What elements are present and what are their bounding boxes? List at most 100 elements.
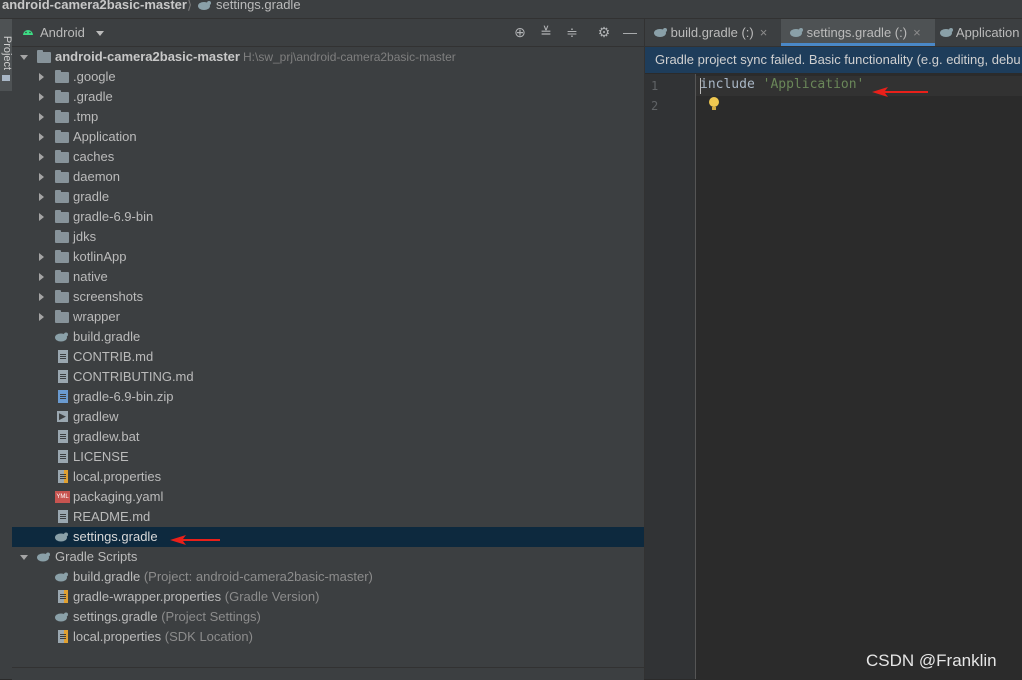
tab-label: settings.gradle (:) [806, 25, 908, 40]
tree-folder[interactable]: gradle-6.9-bin [12, 207, 644, 227]
expand-all-icon[interactable]: ≚ [538, 24, 554, 40]
breadcrumb-separator: ⟩ [187, 0, 193, 12]
chevron-down-icon[interactable] [20, 555, 28, 560]
locate-icon[interactable]: ⊕ [512, 24, 528, 40]
tree-file[interactable]: YML packaging.yaml [12, 487, 644, 507]
tree-file[interactable]: local.properties (SDK Location) [12, 627, 644, 647]
tree-folder[interactable]: gradle [12, 187, 644, 207]
collapse-all-icon[interactable]: ≑ [564, 24, 580, 40]
tree-folder[interactable]: wrapper [12, 307, 644, 327]
build-variants-strip [12, 667, 644, 680]
file-label: build.gradle [73, 569, 141, 584]
tree-folder[interactable]: jdks [12, 227, 644, 247]
tree-file[interactable]: CONTRIB.md [12, 347, 644, 367]
folder-label: jdks [73, 229, 97, 244]
code-string: 'Application' [762, 77, 865, 92]
breadcrumb-project[interactable]: android-camera2basic-master [2, 0, 187, 12]
script-icon: ▶ [57, 411, 68, 422]
chevron-right-icon[interactable] [39, 193, 44, 201]
annotation-arrow-icon [170, 535, 220, 545]
gradle-icon [55, 612, 68, 622]
tab-build-gradle[interactable]: build.gradle (:) × [645, 19, 787, 46]
lightbulb-icon[interactable] [709, 97, 719, 110]
tree-file[interactable]: gradle-wrapper.properties (Gradle Versio… [12, 587, 644, 607]
tree-file[interactable]: local.properties [12, 467, 644, 487]
yaml-icon: YML [55, 491, 70, 503]
gradle-icon [940, 28, 953, 37]
tree-file[interactable]: LICENSE [12, 447, 644, 467]
module-folder-icon [37, 50, 51, 63]
code-editor[interactable]: include 'Application' [696, 74, 1022, 679]
tab-application[interactable]: Application [937, 19, 1022, 46]
tree-root[interactable]: android-camera2basic-master H:\sw_prj\an… [12, 47, 644, 67]
close-icon[interactable]: × [760, 25, 768, 40]
file-label: README.md [73, 509, 151, 524]
folder-label: gradle-6.9-bin [73, 209, 154, 224]
folder-icon [55, 90, 69, 103]
gradle-icon [55, 572, 68, 582]
tab-label: build.gradle (:) [670, 25, 754, 40]
chevron-right-icon[interactable] [39, 153, 44, 161]
file-label: CONTRIBUTING.md [73, 369, 194, 384]
file-label: build.gradle [73, 329, 141, 344]
tab-settings-gradle[interactable]: settings.gradle (:) × [781, 19, 935, 46]
chevron-right-icon[interactable] [39, 113, 44, 121]
tree-folder[interactable]: native [12, 267, 644, 287]
tree-file[interactable]: CONTRIBUTING.md [12, 367, 644, 387]
tree-folder[interactable]: Application [12, 127, 644, 147]
gear-icon[interactable]: ⚙ [596, 24, 612, 40]
tree-file[interactable]: README.md [12, 507, 644, 527]
chevron-right-icon[interactable] [39, 313, 44, 321]
chevron-right-icon[interactable] [39, 133, 44, 141]
folder-label: caches [73, 149, 115, 164]
folder-label: .google [73, 69, 116, 84]
annotation-arrow-icon [872, 87, 928, 97]
tree-file[interactable]: ▶ gradlew [12, 407, 644, 427]
folder-icon [55, 270, 69, 283]
chevron-right-icon[interactable] [39, 253, 44, 261]
tree-folder[interactable]: .google [12, 67, 644, 87]
tree-gradle-scripts[interactable]: Gradle Scripts [12, 547, 644, 567]
tree-folder[interactable]: screenshots [12, 287, 644, 307]
tree-folder[interactable]: .gradle [12, 87, 644, 107]
code-line-1: include 'Application' [700, 77, 864, 92]
chevron-right-icon[interactable] [39, 73, 44, 81]
chevron-down-icon[interactable] [20, 55, 28, 60]
tree-file[interactable]: build.gradle [12, 327, 644, 347]
tree-file-selected[interactable]: settings.gradle [12, 527, 644, 547]
chevron-right-icon[interactable] [39, 213, 44, 221]
file-label: gradle-wrapper.properties [73, 589, 222, 604]
minimize-icon[interactable]: — [622, 24, 638, 40]
text-file-icon [58, 450, 68, 463]
tree-file[interactable]: gradle-6.9-bin.zip [12, 387, 644, 407]
chevron-right-icon[interactable] [39, 93, 44, 101]
line-number-gutter: 1 2 [645, 74, 696, 679]
close-icon[interactable]: × [913, 25, 921, 40]
file-label: LICENSE [73, 449, 129, 464]
chevron-right-icon[interactable] [39, 173, 44, 181]
chevron-right-icon[interactable] [39, 293, 44, 301]
folder-label: screenshots [73, 289, 144, 304]
chevron-right-icon[interactable] [39, 273, 44, 281]
tree-folder[interactable]: .tmp [12, 107, 644, 127]
tree-folder[interactable]: caches [12, 147, 644, 167]
tree-file[interactable]: gradlew.bat [12, 427, 644, 447]
file-label: local.properties [73, 469, 162, 484]
tree-folder[interactable]: daemon [12, 167, 644, 187]
breadcrumb-file[interactable]: settings.gradle [216, 0, 301, 12]
project-panel: Android ⊕ ≚ ≑ ⚙ — android-camera2basic-m… [12, 19, 645, 680]
file-hint: (Project: android-camera2basic-master) [143, 569, 373, 584]
chevron-down-icon[interactable] [96, 31, 104, 36]
gradle-icon [790, 28, 803, 37]
folder-icon [55, 130, 69, 143]
tree-file[interactable]: settings.gradle (Project Settings) [12, 607, 644, 627]
line-number: 2 [651, 99, 659, 113]
folder-label: Application [73, 129, 137, 144]
folder-label: .tmp [73, 109, 99, 124]
tree-file[interactable]: build.gradle (Project: android-camera2ba… [12, 567, 644, 587]
folder-label: native [73, 269, 108, 284]
view-mode-selector[interactable]: Android [40, 25, 85, 40]
tree-folder[interactable]: kotlinApp [12, 247, 644, 267]
file-hint: (Gradle Version) [224, 589, 320, 604]
folder-label: daemon [73, 169, 120, 184]
